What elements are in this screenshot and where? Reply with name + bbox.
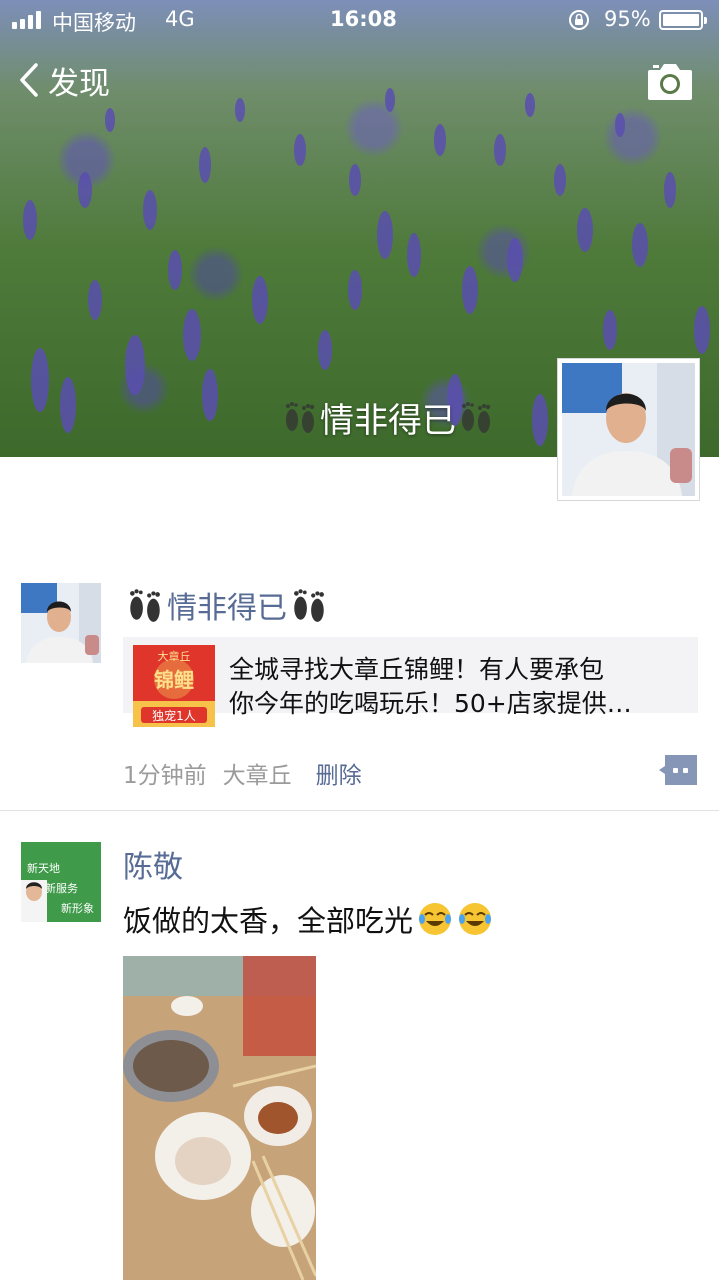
back-label: 发现: [48, 65, 110, 102]
delete-button[interactable]: 删除: [316, 756, 362, 790]
link-title-line: 你今年的吃喝玩乐！50+店家提供…: [229, 689, 632, 718]
link-thumbnail: 大章丘 锦鲤 独宠1人: [133, 645, 215, 727]
thumb-main-text: 锦鲤: [154, 668, 194, 692]
avatar: [562, 363, 695, 496]
post-author-name: 陈敬: [123, 850, 183, 885]
avatar-text: 新形象: [61, 901, 94, 915]
back-button[interactable]: 发现: [16, 58, 110, 102]
profile-avatar[interactable]: [557, 358, 700, 501]
feet-icon: [461, 402, 491, 433]
thumb-top-text: 大章丘: [158, 649, 191, 663]
link-title-line: 全城寻找大章丘锦鲤！有人要承包: [229, 655, 605, 684]
avatar: 新天地 新服务 新形象: [21, 842, 101, 922]
signal-icon: [12, 11, 41, 29]
network-type: 4G: [165, 7, 195, 31]
battery-percentage: 95%: [604, 7, 651, 31]
post-text: 饭做的太香，全部吃光: [123, 896, 493, 942]
profile-name-text: 情非得已: [320, 400, 456, 441]
feet-icon: [130, 589, 160, 622]
lock-rotation-icon: [569, 10, 589, 30]
post-location[interactable]: 大章丘: [223, 756, 292, 790]
thumb-bottom-text: 独宠1人: [152, 708, 196, 723]
post-author-name: 情非得已: [167, 591, 287, 626]
post-divider: [0, 810, 719, 811]
crying-laughing-emoji-icon: [419, 903, 452, 935]
link-title: 全城寻找大章丘锦鲤！有人要承包 你今年的吃喝玩乐！50+店家提供…: [229, 653, 687, 721]
post-avatar[interactable]: 新天地 新服务 新形象: [21, 842, 101, 922]
carrier-label: 中国移动: [52, 11, 136, 35]
shared-link-card[interactable]: 大章丘 锦鲤 独宠1人 全城寻找大章丘锦鲤！有人要承包 你今年的吃喝玩乐！50+…: [123, 637, 698, 727]
feet-icon: [285, 402, 315, 433]
post-time: 1分钟前: [123, 763, 207, 789]
profile-name: 情非得已: [280, 392, 496, 442]
post-photo[interactable]: [123, 956, 316, 1280]
post-text-content: 饭做的太香，全部吃光: [123, 904, 414, 938]
post-author[interactable]: 情非得已: [123, 583, 331, 627]
post-avatar[interactable]: [21, 583, 101, 663]
status-bar: 中国移动 4G 16:08 95%: [0, 0, 719, 40]
crying-laughing-emoji-icon: [459, 903, 492, 935]
post-author[interactable]: 陈敬: [123, 842, 183, 886]
meal-photo: [123, 956, 316, 1280]
comment-icon[interactable]: [659, 755, 697, 785]
chevron-left-icon: [20, 63, 38, 97]
avatar-text: 新服务: [45, 881, 78, 895]
feet-icon: [294, 589, 324, 622]
battery-icon: [659, 10, 707, 30]
avatar: [21, 583, 101, 663]
status-time: 16:08: [330, 7, 397, 31]
post-meta: 1分钟前 大章丘 删除: [123, 756, 362, 790]
avatar-text: 新天地: [27, 861, 60, 875]
camera-icon[interactable]: [646, 60, 694, 102]
